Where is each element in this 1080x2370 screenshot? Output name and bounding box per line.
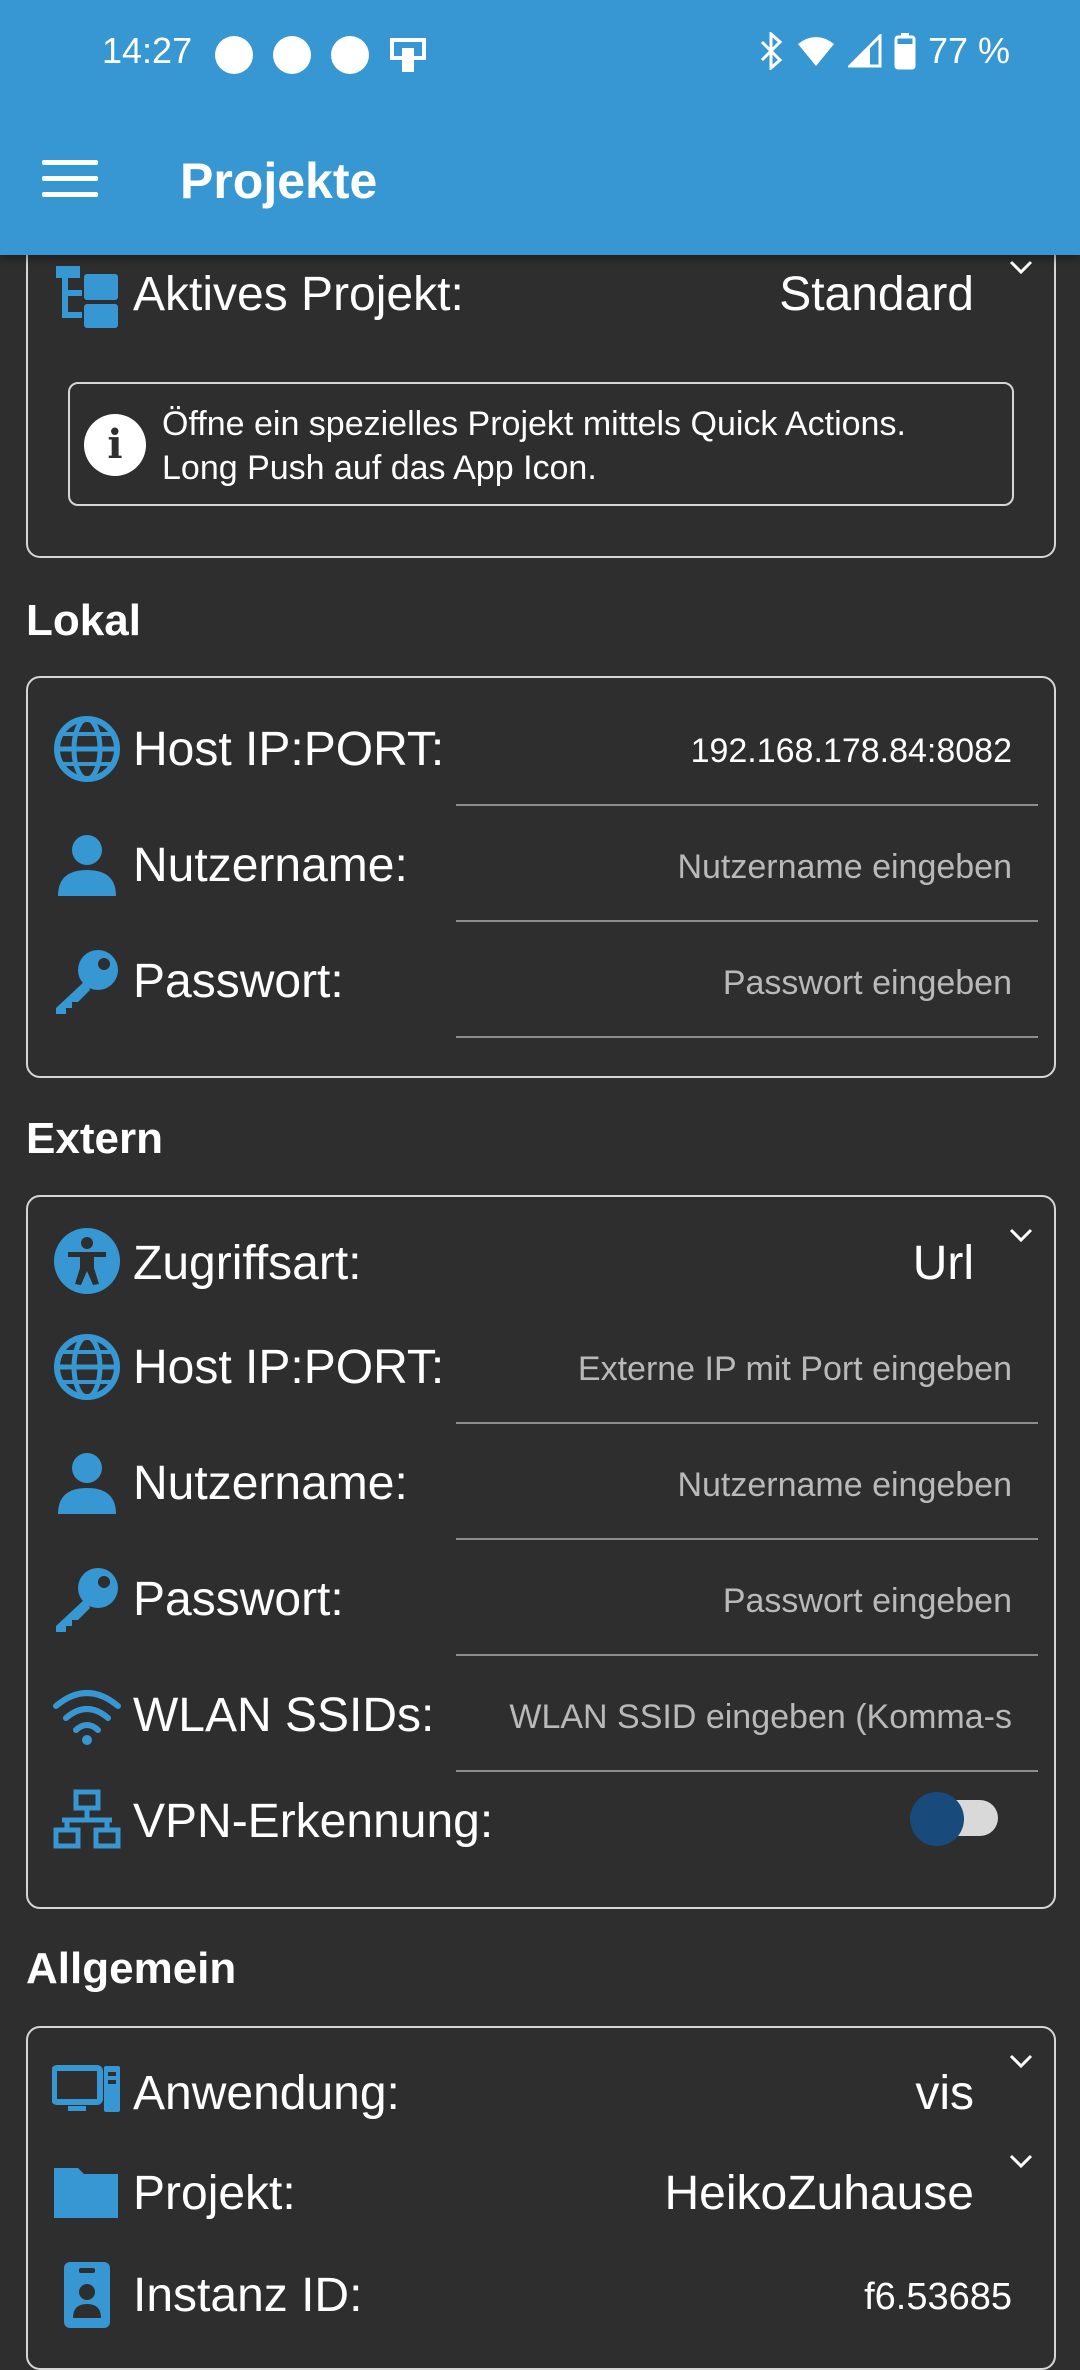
- user-icon: [58, 835, 116, 896]
- lokal-pass-label: Passwort:: [133, 955, 344, 1008]
- wifi-icon: [797, 37, 834, 66]
- extern-vpn-label: VPN-Erkennung:: [133, 1795, 494, 1848]
- active-project-label: Aktives Projekt:: [133, 268, 464, 321]
- extern-pass-label: Passwort:: [133, 1573, 344, 1626]
- menu-icon: [42, 160, 98, 165]
- lokal-user-label: Nutzername:: [133, 839, 408, 892]
- status-right: 77 %: [758, 30, 1010, 72]
- menu-button[interactable]: [42, 160, 98, 204]
- extern-access-value[interactable]: Url: [913, 1236, 974, 1291]
- section-title-lokal: Lokal: [26, 596, 141, 645]
- notification-dot-icon: [331, 36, 369, 74]
- vpn-toggle-thumb[interactable]: [910, 1792, 964, 1846]
- globe-icon: [54, 716, 120, 782]
- accessibility-icon: [54, 1228, 120, 1294]
- allgemein-app-label: Anwendung:: [133, 2067, 400, 2120]
- wifi-icon: [53, 1690, 121, 1745]
- divider: [456, 1770, 1038, 1772]
- folder-icon: [54, 2168, 118, 2218]
- allgemein-instance-label: Instanz ID:: [133, 2269, 363, 2322]
- bluetooth-icon: [760, 32, 783, 70]
- allgemein-project-value[interactable]: HeikoZuhause: [664, 2166, 974, 2221]
- chevron-down-icon[interactable]: [1008, 1222, 1034, 1248]
- allgemein-instance-value[interactable]: f6.53685: [864, 2276, 1012, 2319]
- id-badge-icon: [64, 2262, 110, 2328]
- extern-access-label: Zugriffsart:: [133, 1237, 362, 1290]
- divider: [456, 804, 1038, 806]
- extern-ssid-label: WLAN SSIDs:: [133, 1689, 435, 1742]
- extern-host-input[interactable]: Externe IP mit Port eingeben: [578, 1350, 1012, 1389]
- network-icon: [53, 1789, 121, 1849]
- lokal-host-label: Host IP:PORT:: [133, 723, 445, 776]
- lokal-user-input[interactable]: Nutzername eingeben: [677, 848, 1012, 887]
- extern-ssid-input[interactable]: WLAN SSID eingeben (Komma-s: [509, 1698, 1012, 1737]
- user-icon: [58, 1453, 116, 1514]
- lokal-host-input[interactable]: 192.168.178.84:8082: [691, 732, 1012, 771]
- divider: [456, 1654, 1038, 1656]
- extern-user-input[interactable]: Nutzername eingeben: [677, 1466, 1012, 1505]
- globe-icon: [54, 1334, 120, 1400]
- key-icon: [56, 950, 118, 1014]
- allgemein-app-value[interactable]: vis: [915, 2066, 974, 2121]
- section-title-allgemein: Allgemein: [26, 1944, 237, 1993]
- allgemein-project-label: Projekt:: [133, 2167, 296, 2220]
- divider: [456, 1036, 1038, 1038]
- divider: [456, 1538, 1038, 1540]
- notification-dot-icon: [273, 36, 311, 74]
- active-project-value[interactable]: Standard: [779, 267, 974, 322]
- extern-user-label: Nutzername:: [133, 1457, 408, 1510]
- divider: [456, 1422, 1038, 1424]
- page-title: Projekte: [180, 153, 378, 209]
- extern-host-label: Host IP:PORT:: [133, 1341, 445, 1394]
- signal-icon: [847, 34, 882, 68]
- extern-pass-input[interactable]: Passwort eingeben: [723, 1582, 1012, 1621]
- status-time: 14:27: [102, 30, 193, 71]
- chevron-down-icon[interactable]: [1008, 2148, 1034, 2174]
- key-icon: [56, 1568, 118, 1632]
- section-title-extern: Extern: [26, 1114, 163, 1163]
- info-text: Öffne ein spezielles Projekt mittels Qui…: [162, 405, 906, 487]
- lokal-pass-input[interactable]: Passwort eingeben: [723, 964, 1012, 1003]
- divider: [456, 920, 1038, 922]
- app-bar: 14:27 77 % Projekte: [0, 0, 1080, 255]
- battery-percent: 77 %: [927, 30, 1010, 71]
- info-icon: i: [84, 414, 146, 476]
- notification-dot-icon: [215, 36, 253, 74]
- info-box: i Öffne ein spezielles Projekt mittels Q…: [68, 382, 1014, 506]
- project-tree-icon: [56, 266, 118, 328]
- chevron-down-icon[interactable]: [1008, 254, 1034, 280]
- chevron-down-icon[interactable]: [1008, 2048, 1034, 2074]
- nfc-card-icon: [390, 38, 426, 72]
- battery-icon: [894, 33, 916, 70]
- computer-icon: [52, 2065, 120, 2112]
